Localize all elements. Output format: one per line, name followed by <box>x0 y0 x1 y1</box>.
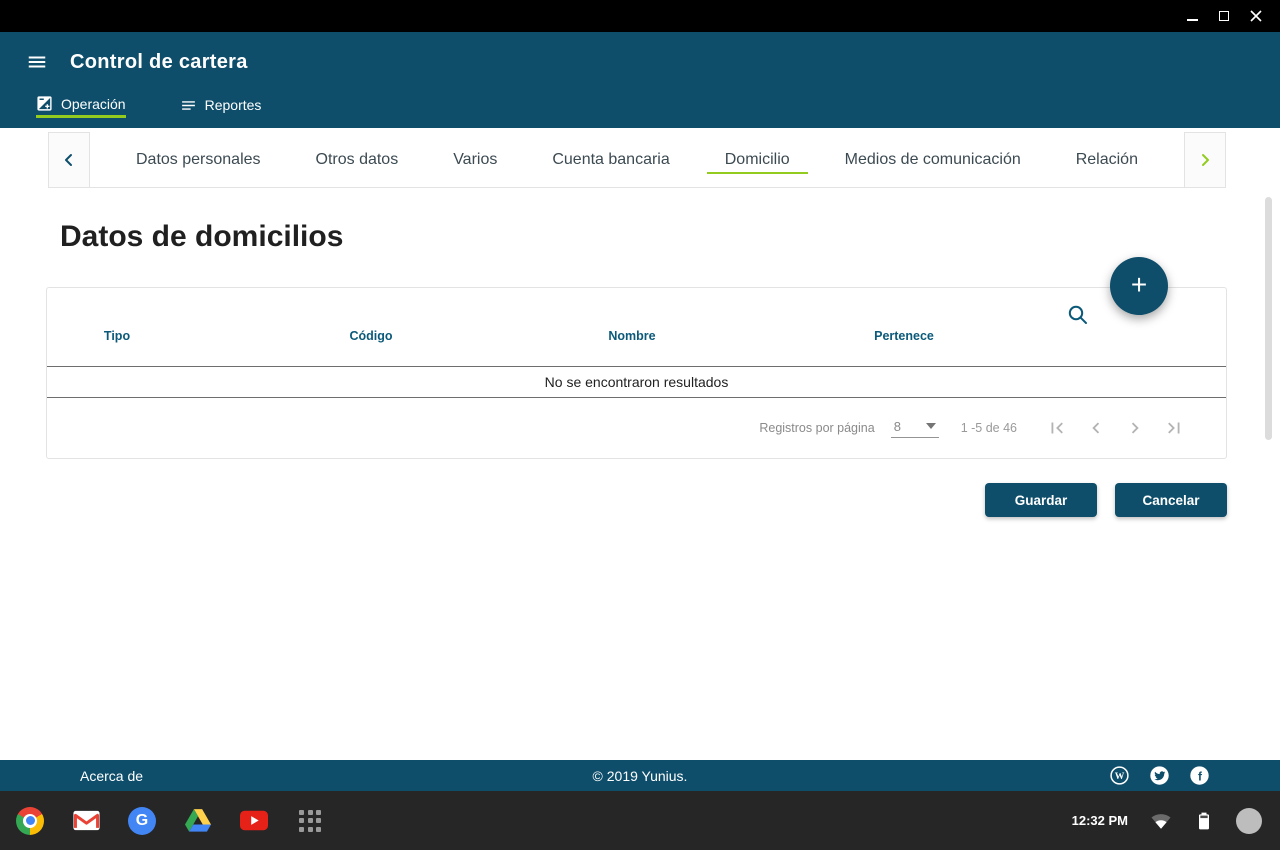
chevron-left-icon <box>65 154 72 166</box>
per-page-label: Registros por página <box>759 421 875 435</box>
maximize-button[interactable] <box>1208 0 1240 32</box>
tab-cuenta-bancaria[interactable]: Cuenta bancaria <box>532 132 689 187</box>
shelf-apps: G <box>16 806 324 835</box>
domicilios-table: Tipo Código Nombre Pertenece No se encon… <box>46 287 1227 459</box>
app-window: Control de cartera Operación Reportes Da… <box>0 0 1280 850</box>
status-tray[interactable]: 12:32 PM <box>1071 807 1280 834</box>
avatar[interactable] <box>1236 807 1262 834</box>
nav-label-operacion: Operación <box>61 95 126 112</box>
tab-label: Domicilio <box>724 150 790 168</box>
search-icon <box>1068 305 1087 324</box>
pagination-range: 1 -5 de 46 <box>960 421 1017 435</box>
tab-label: Relación <box>1075 150 1138 168</box>
nav-item-operacion[interactable]: Operación <box>36 92 126 118</box>
minimize-button[interactable] <box>1176 0 1208 32</box>
maximize-icon <box>1219 11 1229 21</box>
svg-text:W: W <box>1114 771 1124 782</box>
tab-otros-datos[interactable]: Otros datos <box>296 132 419 187</box>
close-button[interactable] <box>1240 0 1272 32</box>
previous-page-icon <box>1092 422 1100 434</box>
hamburger-menu-icon[interactable] <box>26 51 48 73</box>
last-page-button[interactable] <box>1162 416 1186 440</box>
per-page-select[interactable]: 8 <box>890 418 939 438</box>
tab-relacion[interactable]: Relación <box>1056 132 1158 187</box>
vertical-scrollbar[interactable] <box>1265 197 1272 440</box>
save-button[interactable]: Guardar <box>985 483 1097 517</box>
app-title: Control de cartera <box>70 50 248 73</box>
main-content: Datos personales Otros datos Varios Cuen… <box>0 128 1280 760</box>
plus-icon: + <box>1130 269 1148 300</box>
drive-icon[interactable] <box>184 807 212 835</box>
minimize-icon <box>1186 19 1198 21</box>
notes-icon <box>180 97 197 114</box>
empty-state-message: No se encontraron resultados <box>544 374 729 390</box>
close-icon <box>1250 10 1262 22</box>
previous-page-button[interactable] <box>1084 416 1108 440</box>
tab-label: Medios de comunicación <box>844 150 1021 168</box>
wordpress-icon[interactable]: W <box>1108 765 1130 787</box>
google-icon[interactable]: G <box>128 806 156 835</box>
youtube-icon[interactable] <box>240 807 268 835</box>
tab-varios[interactable]: Varios <box>433 132 517 187</box>
page-footer: Acerca de © 2019 Yunius. W f <box>0 760 1280 791</box>
column-header-tipo: Tipo <box>103 329 131 343</box>
pagination-controls <box>1045 416 1186 440</box>
tab-medios-comunicacion[interactable]: Medios de comunicación <box>825 132 1041 187</box>
chevron-right-icon <box>1202 154 1209 166</box>
app-header: Control de cartera Operación Reportes <box>0 32 1280 128</box>
tab-label: Datos personales <box>136 150 261 168</box>
add-button[interactable]: + <box>1110 257 1168 315</box>
per-page-value: 8 <box>893 418 901 434</box>
copyright-text: © 2019 Yunius. <box>592 767 688 784</box>
tab-label: Otros datos <box>315 150 399 168</box>
next-page-icon <box>1131 422 1139 434</box>
nav-label-reportes: Reportes <box>204 97 262 113</box>
caret-down-icon <box>925 423 936 429</box>
titlebar <box>0 0 1280 32</box>
tabstrip: Datos personales Otros datos Varios Cuen… <box>48 132 1226 188</box>
apps-grid-icon[interactable] <box>296 807 324 835</box>
tab-datos-personales[interactable]: Datos personales <box>116 132 281 187</box>
facebook-icon[interactable]: f <box>1188 765 1210 787</box>
first-page-button[interactable] <box>1045 416 1069 440</box>
next-page-button[interactable] <box>1123 416 1147 440</box>
wifi-icon <box>1151 813 1171 829</box>
tab-list: Datos personales Otros datos Varios Cuen… <box>90 132 1184 188</box>
cancel-button[interactable]: Cancelar <box>1115 483 1227 517</box>
about-link[interactable]: Acerca de <box>80 768 143 784</box>
exposure-icon <box>36 95 53 112</box>
last-page-icon <box>1168 422 1180 434</box>
page-title: Datos de domicilios <box>60 220 344 253</box>
tab-label: Varios <box>453 150 498 168</box>
tabs-scroll-right-button[interactable] <box>1184 132 1226 188</box>
twitter-icon[interactable] <box>1148 765 1170 787</box>
column-header-nombre: Nombre <box>608 329 656 343</box>
column-header-pertenece: Pertenece <box>874 329 934 343</box>
column-header-codigo: Código <box>349 329 393 343</box>
empty-state-row: No se encontraron resultados <box>47 366 1226 398</box>
system-shelf: G 12:32 PM <box>0 791 1280 850</box>
battery-icon <box>1199 812 1209 829</box>
svg-text:f: f <box>1198 769 1202 783</box>
tab-label: Cuenta bancaria <box>552 150 670 168</box>
chrome-icon[interactable] <box>16 806 44 835</box>
first-page-icon <box>1051 422 1063 434</box>
tab-domicilio[interactable]: Domicilio <box>705 132 810 187</box>
clock: 12:32 PM <box>1071 813 1128 828</box>
nav-item-reportes[interactable]: Reportes <box>180 92 262 118</box>
pagination-bar: Registros por página 8 1 -5 de 46 <box>47 398 1226 458</box>
header-nav: Operación Reportes <box>0 92 1280 128</box>
gmail-icon[interactable] <box>72 807 100 835</box>
search-button[interactable] <box>1066 303 1090 327</box>
tabs-scroll-left-button[interactable] <box>48 132 90 188</box>
social-links: W f <box>1108 765 1210 787</box>
